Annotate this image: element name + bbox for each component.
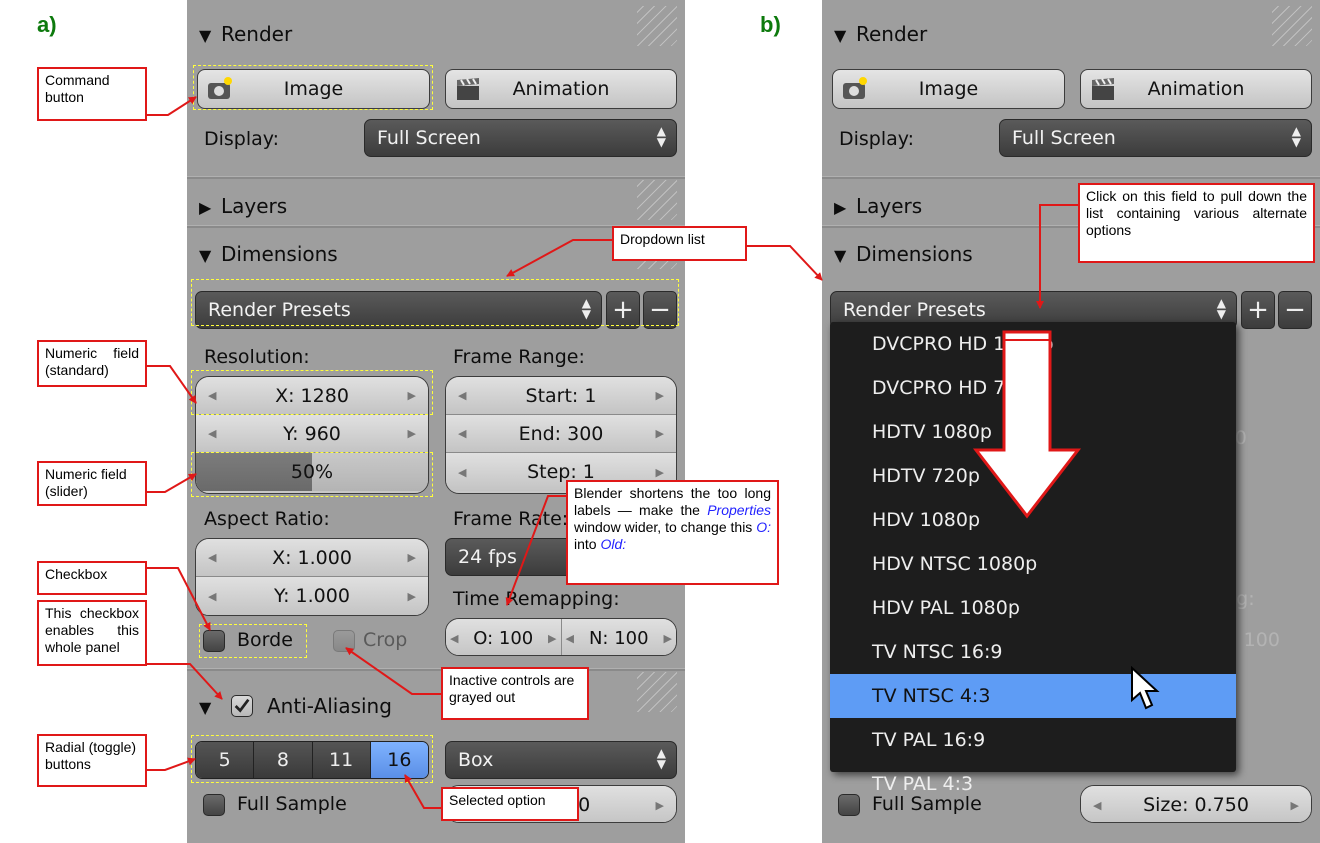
highlight-box [191, 370, 433, 415]
frame-end-field[interactable]: ◀ End: 300 ▶ [446, 415, 676, 453]
image-render-button[interactable]: Image [832, 69, 1065, 109]
anti-aliasing-header[interactable]: ▼ [199, 694, 221, 718]
callout-radial-buttons: Radial (toggle) buttons [37, 734, 147, 787]
properties-panel-a: ▼ Render Image Animation Display: Full Sc… [187, 0, 685, 843]
display-label: Display: [839, 128, 915, 150]
animation-render-button[interactable]: Animation [1080, 69, 1312, 109]
frame-range-fields: ◀ Start: 1 ▶ ◀ End: 300 ▶ ◀ Step: 1 ▶ [445, 376, 677, 494]
aa-filter-dropdown[interactable]: Box ▲ ▼ [445, 741, 677, 779]
frame-rate-label: Frame Rate: [453, 508, 569, 530]
callout-dropdown-list: Dropdown list [612, 226, 747, 261]
callout-command-button: Command button [37, 67, 147, 121]
preset-hdv-pal-1080p[interactable]: HDV PAL 1080p [830, 586, 1236, 630]
down-arrow-icon [972, 330, 1082, 519]
divider [187, 176, 685, 179]
crop-checkbox [333, 630, 355, 652]
render-header[interactable]: ▼ Render [834, 22, 927, 46]
panel-grip[interactable] [637, 6, 677, 46]
aspect-ratio-fields: ◀ X: 1.000 ▶ ◀ Y: 1.000 ▶ [195, 538, 429, 616]
panel-b-label: b) [760, 12, 781, 37]
remove-preset-button[interactable]: − [1278, 291, 1312, 329]
properties-panel-b: ▼ Render Image Animation Display: Full Sc… [822, 0, 1320, 843]
aspect-x-field[interactable]: ◀ X: 1.000 ▶ [196, 539, 428, 577]
aa-filter-value: Box [458, 749, 494, 771]
preset-tv-pal-4-3[interactable]: TV PAL 4:3 [830, 762, 1236, 806]
image-label: Image [918, 78, 979, 100]
panel-grip[interactable] [1272, 6, 1312, 46]
add-preset-button[interactable]: + [1241, 291, 1275, 329]
callout-numeric-slider: Numeric field (slider) [37, 461, 147, 506]
highlight-box [193, 65, 433, 110]
display-value: Full Screen [377, 127, 481, 149]
layers-header[interactable]: ▶ Layers [199, 194, 287, 218]
time-remap-fields: ◀ O: 100 ▶ ◀ N: 100 ▶ [445, 618, 677, 656]
clapperboard-icon [457, 78, 479, 100]
resolution-label: Resolution: [204, 346, 310, 368]
preset-hdv-ntsc-1080p[interactable]: HDV NTSC 1080p [830, 542, 1236, 586]
camera-icon [843, 77, 867, 99]
highlight-box [191, 279, 679, 326]
highlight-box [191, 452, 433, 497]
highlight-box [191, 735, 433, 783]
resolution-y-field[interactable]: ◀ Y: 960 ▶ [196, 415, 428, 453]
callout-panel-checkbox: This checkbox enables this whole panel [37, 600, 147, 666]
time-remapping-label: Time Remapping: [453, 588, 620, 610]
updown-arrow-icon: ▲▼ [656, 124, 666, 149]
updown-arrow-icon: ▲▼ [1291, 124, 1301, 149]
preset-tv-ntsc-16-9[interactable]: TV NTSC 16:9 [830, 630, 1236, 674]
preset-tv-ntsc-4-3[interactable]: TV NTSC 4:3 [830, 674, 1236, 718]
anti-aliasing-enable-checkbox[interactable] [231, 695, 253, 717]
divider [187, 225, 685, 228]
display-dropdown[interactable]: Full Screen ▲ ▼ [364, 119, 677, 157]
frame-range-label: Frame Range: [453, 346, 585, 368]
callout-numeric-standard: Numeric field (standard) [37, 340, 147, 387]
callout-selected-option: Selected option [441, 787, 579, 821]
animation-label: Animation [1147, 78, 1245, 100]
time-remap-new-field[interactable]: ◀ N: 100 ▶ [561, 619, 676, 655]
frame-start-field[interactable]: ◀ Start: 1 ▶ [446, 377, 676, 415]
aspect-y-field[interactable]: ◀ Y: 1.000 ▶ [196, 577, 428, 615]
render-presets-value: Render Presets [843, 299, 986, 321]
updown-arrow-icon: ▲▼ [656, 746, 666, 771]
aspect-ratio-label: Aspect Ratio: [204, 508, 330, 530]
display-value: Full Screen [1012, 127, 1116, 149]
layers-header[interactable]: ▶ Layers [834, 194, 922, 218]
updown-arrow-icon: ▲▼ [1216, 296, 1226, 321]
dimensions-header[interactable]: ▼ Dimensions [199, 242, 338, 266]
display-label: Display: [204, 128, 280, 150]
divider [822, 176, 1320, 179]
full-sample-checkbox[interactable] [203, 794, 225, 816]
clapperboard-icon [1092, 78, 1114, 100]
render-header[interactable]: ▼ Render [199, 22, 292, 46]
callout-click-field: Click on this field to pull down the lis… [1078, 183, 1315, 263]
panel-grip[interactable] [637, 180, 677, 220]
panel-a-label: a) [37, 12, 57, 37]
animation-label: Animation [512, 78, 610, 100]
display-dropdown[interactable]: Full Screen ▲ ▼ [999, 119, 1312, 157]
dimensions-header[interactable]: ▼ Dimensions [834, 242, 973, 266]
callout-inactive-controls: Inactive controls are grayed out [441, 667, 589, 720]
preset-tv-pal-16-9[interactable]: TV PAL 16:9 [830, 718, 1236, 762]
divider [187, 668, 685, 671]
callout-label-shortening: Blender shortens the too long labels — m… [566, 480, 779, 585]
checkmark-icon [234, 698, 250, 713]
time-remap-old-field[interactable]: ◀ O: 100 ▶ [446, 619, 562, 655]
frame-rate-value: 24 fps [458, 546, 517, 568]
crop-label: Crop [363, 629, 408, 651]
animation-render-button[interactable]: Animation [445, 69, 677, 109]
full-sample-label: Full Sample [237, 793, 347, 815]
highlight-box [199, 624, 307, 658]
mouse-cursor-icon [1131, 666, 1160, 710]
panel-grip[interactable] [637, 672, 677, 712]
anti-aliasing-label: Anti-Aliasing [267, 694, 392, 718]
callout-checkbox: Checkbox [37, 561, 147, 595]
